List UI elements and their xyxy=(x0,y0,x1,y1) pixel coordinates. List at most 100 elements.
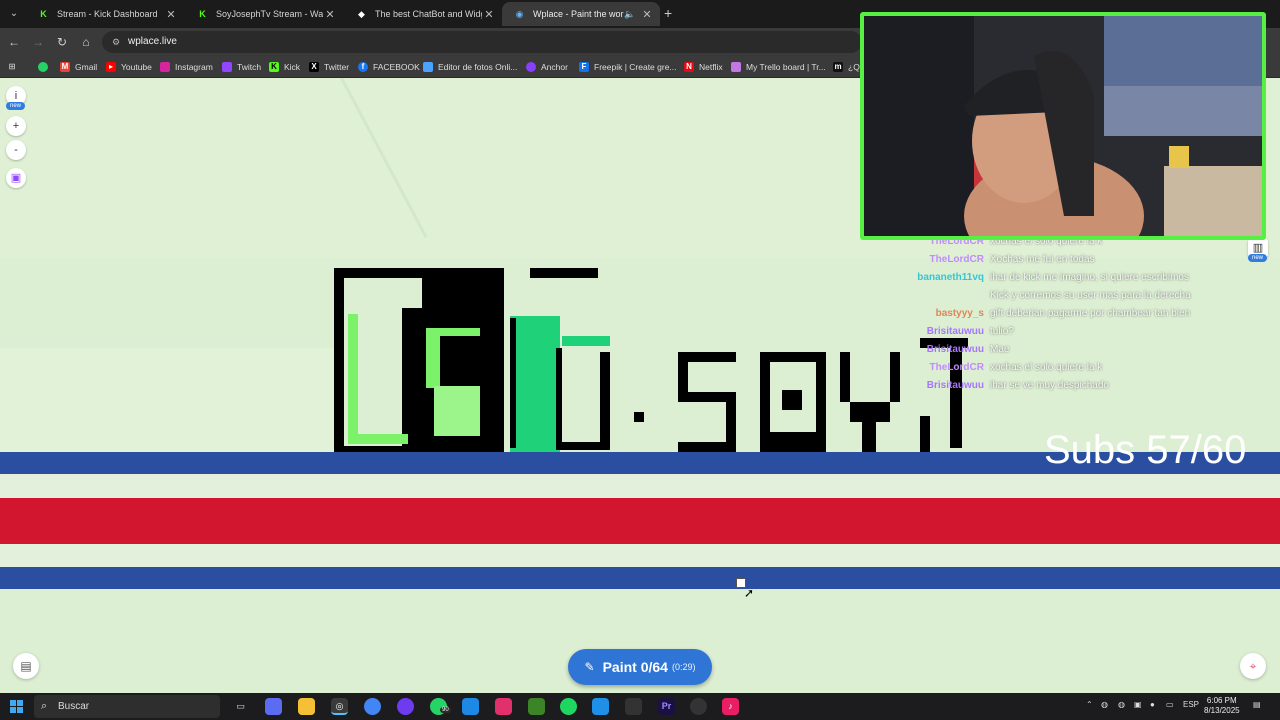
app-store-icon[interactable] xyxy=(592,698,609,715)
twitch-icon[interactable]: ▣ xyxy=(6,168,26,188)
url-text: wplace.live xyxy=(128,36,177,47)
close-tab-icon[interactable]: ✕ xyxy=(640,8,654,21)
system-clock[interactable]: 6:06 PM 8/13/2025 xyxy=(1204,696,1240,716)
close-tab-icon[interactable]: ✕ xyxy=(323,8,337,21)
whatsapp-icon xyxy=(38,62,48,72)
spotify-icon[interactable] xyxy=(560,698,577,715)
app-icon[interactable] xyxy=(625,698,642,715)
bookmark-facebook[interactable]: f FACEBOOK xyxy=(358,60,420,74)
chat-message: bastyyy_s gift deberian pagarme por chamb… xyxy=(935,308,1191,319)
search-placeholder: Buscar xyxy=(58,701,90,712)
close-tab-icon[interactable]: ✕ xyxy=(164,8,178,21)
windows-start-icon[interactable] xyxy=(10,700,23,713)
tab-title: SoyJosephTv Stream - Watch Li xyxy=(216,9,323,19)
bookmark-photo-editor[interactable]: Editor de fotos Onli... xyxy=(423,60,517,74)
map-layers-button[interactable]: ▤ xyxy=(13,653,39,679)
bookmark-whatsapp[interactable] xyxy=(38,60,53,74)
bookmark-youtube[interactable]: ▸ Youtube xyxy=(106,60,152,74)
stream-chat-overlay: TheLordCR xochas el solo quiere la k TheL… xyxy=(900,233,1240,395)
chat-message: Brisitauwuu ihar se ve muy despichado xyxy=(926,380,1109,391)
m-icon: m xyxy=(833,62,843,72)
bookmark-trello[interactable]: My Trello board | Tr... xyxy=(731,60,826,74)
paint-label: Paint xyxy=(602,659,637,675)
search-icon: ⌕ xyxy=(41,700,48,712)
windows-taskbar: ⌕ Buscar ▭ ◎ 90 Pr ♪ ⌃ ◍ ◍ ▣ ● ▭ ESP 6:0… xyxy=(0,693,1280,720)
whatsapp-badge: 90 xyxy=(440,707,451,713)
tray-app-icon[interactable]: ◍ xyxy=(1118,700,1125,709)
minecraft-icon[interactable] xyxy=(528,698,545,715)
paint-timer: (0:29) xyxy=(671,662,696,672)
calendar-icon[interactable] xyxy=(462,698,479,715)
new-badge: new xyxy=(1248,254,1268,262)
tiktok-icon[interactable]: ♪ xyxy=(722,698,739,715)
tray-app-icon[interactable]: ▣ xyxy=(1134,700,1142,709)
x-icon: X xyxy=(309,62,319,72)
zoom-out-button[interactable]: - xyxy=(6,140,26,160)
instagram-icon[interactable] xyxy=(495,698,512,715)
language-indicator[interactable]: ESP xyxy=(1183,700,1199,709)
flag-stripe-white xyxy=(0,474,1280,498)
brush-icon: ✎ xyxy=(584,660,595,674)
chat-message: Brisitauwuu tulio? xyxy=(926,326,1014,337)
green-pixel xyxy=(348,314,358,444)
bookmark-instagram[interactable]: Instagram xyxy=(160,60,213,74)
bookmark-twitch[interactable]: Twitch xyxy=(222,60,261,74)
apps-icon[interactable]: ⊞ xyxy=(7,60,22,74)
new-tab-button[interactable]: + xyxy=(664,6,672,20)
back-icon[interactable]: ← xyxy=(6,34,22,50)
speaker-icon[interactable]: 🔈 xyxy=(624,9,636,20)
bookmark-twitter[interactable]: X Twitter xyxy=(309,60,349,74)
paint-button[interactable]: ✎ Paint 0/64 (0:29) xyxy=(568,649,712,685)
chat-message: Brisitauwuu Mae xyxy=(926,344,1010,355)
chrome-profile-icon[interactable] xyxy=(364,698,381,715)
network-icon[interactable]: ▭ xyxy=(1166,700,1174,709)
copilot-icon[interactable] xyxy=(265,698,282,715)
flag-stripe-blue xyxy=(0,567,1280,589)
bookmark-netflix[interactable]: N Netflix xyxy=(684,60,723,74)
taskbar-search-box[interactable]: ⌕ Buscar xyxy=(34,695,220,718)
forward-icon[interactable]: → xyxy=(30,34,46,50)
tab-kick-dashboard[interactable]: K Stream - Kick Dashboard ✕ xyxy=(26,2,184,26)
tab-wplace[interactable]: ◉ Wplace - Paint the world 🔈 ✕ xyxy=(502,2,660,26)
netflix-icon: N xyxy=(684,62,694,72)
tab-title: Wplace - Paint the world xyxy=(533,9,624,19)
photo-editor-icon xyxy=(423,62,433,72)
bookmark-freepik[interactable]: F Freepik | Create gre... xyxy=(579,60,677,74)
tab-search-icon[interactable]: ⌄ xyxy=(6,6,22,22)
trello-icon xyxy=(731,62,741,72)
locate-icon[interactable]: ⌖ xyxy=(1240,653,1266,679)
mouse-pointer-icon: ➚ xyxy=(744,586,755,600)
reload-icon[interactable]: ↻ xyxy=(54,34,70,50)
facebook-icon: f xyxy=(358,62,368,72)
notifications-icon[interactable]: ▤ xyxy=(1253,700,1261,709)
chat-message: TheLordCR Xochas me fui en todas xyxy=(929,254,1095,265)
file-explorer-icon[interactable] xyxy=(298,698,315,715)
chat-message: TheLordCR xochas el solo quiere la k xyxy=(929,362,1103,373)
tab-chatbot[interactable]: ◆ The best ChatBot and Widgets ✕ xyxy=(344,2,502,26)
tab-kick-stream[interactable]: K SoyJosephTv Stream - Watch Li ✕ xyxy=(185,2,343,26)
close-tab-icon[interactable]: ✕ xyxy=(482,8,496,21)
twitch-icon xyxy=(222,62,232,72)
botrix-icon: ◆ xyxy=(358,8,365,19)
chat-message: bananeth11vq ihar de kick me imagino, si … xyxy=(917,272,1189,283)
pixel-art xyxy=(334,268,968,452)
obs-icon[interactable] xyxy=(690,698,707,715)
bookmark-anchor[interactable]: Anchor xyxy=(526,60,568,74)
tray-chevron-icon[interactable]: ⌃ xyxy=(1086,700,1093,709)
globe-icon: ◉ xyxy=(515,8,524,19)
bookmark-kick[interactable]: K Kick xyxy=(269,60,300,74)
zoom-in-button[interactable]: + xyxy=(6,116,26,136)
task-view-icon[interactable]: ▭ xyxy=(232,698,249,715)
site-info-icon[interactable]: ⚙ xyxy=(112,31,120,53)
bookmark-gmail[interactable]: M Gmail xyxy=(60,60,97,74)
tray-app-icon[interactable]: ◍ xyxy=(1101,700,1108,709)
subs-counter: Subs 57/60 xyxy=(1044,428,1247,472)
discord-icon[interactable] xyxy=(397,698,414,715)
kick-icon: K xyxy=(269,62,279,72)
chrome-icon[interactable]: ◎ xyxy=(331,698,348,715)
microphone-icon[interactable]: ● xyxy=(1150,700,1155,709)
clock-time: 6:06 PM xyxy=(1206,696,1237,705)
home-icon[interactable]: ⌂ xyxy=(78,34,94,50)
premiere-icon[interactable]: Pr xyxy=(658,698,675,715)
address-bar[interactable]: ⚙ wplace.live xyxy=(102,31,862,53)
